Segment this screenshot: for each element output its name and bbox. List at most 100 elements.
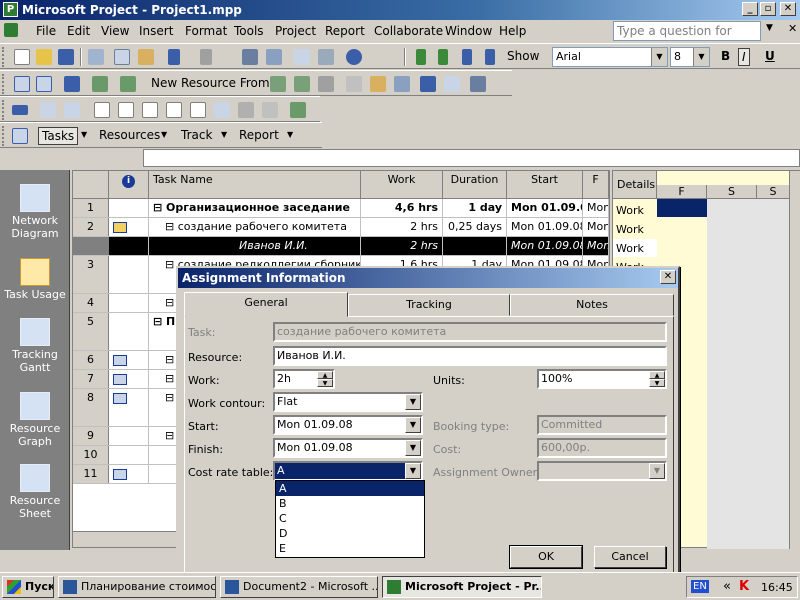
resource-sheet-icon[interactable]: [36, 76, 52, 92]
indicator-cell[interactable]: [109, 446, 149, 464]
view-network-diagram[interactable]: Network Diagram: [0, 184, 70, 240]
font-size-select[interactable]: 8 ▼: [670, 47, 710, 67]
task-information-icon[interactable]: [294, 49, 310, 65]
details-header[interactable]: Details: [613, 171, 657, 199]
italic-button[interactable]: I: [738, 48, 750, 66]
row-number[interactable]: 8: [73, 389, 109, 426]
assign-resources-icon[interactable]: [318, 49, 334, 65]
details-icon[interactable]: [470, 76, 486, 92]
menu-report[interactable]: Report: [325, 24, 365, 38]
view-task-usage[interactable]: Task Usage: [0, 258, 70, 301]
project-app-icon[interactable]: P: [3, 2, 18, 17]
spin-down-icon[interactable]: ▼: [317, 379, 333, 387]
task-name-cell[interactable]: ⊟ Организационное заседание: [149, 199, 361, 217]
save-icon[interactable]: [58, 49, 74, 65]
resource-allocation-icon[interactable]: [92, 76, 108, 92]
menu-view[interactable]: View: [101, 24, 129, 38]
notes-icon[interactable]: [346, 76, 362, 92]
indent-icon[interactable]: [462, 49, 472, 65]
chevron-down-icon[interactable]: ▼: [651, 48, 667, 66]
finish-cell[interactable]: Mon: [583, 199, 609, 217]
finish-cell[interactable]: Mon: [583, 237, 609, 255]
guide-resources-button[interactable]: Resources: [96, 127, 163, 145]
timescale-selected-cell[interactable]: [657, 199, 707, 217]
dialog-close-button[interactable]: ✕: [660, 270, 676, 284]
toolbar-grip[interactable]: [2, 126, 6, 146]
taskbar-item-document2[interactable]: Document2 - Microsoft ...: [220, 576, 378, 598]
bold-button[interactable]: B: [718, 48, 733, 66]
document-icon[interactable]: [4, 23, 18, 37]
cost-rate-option[interactable]: E: [276, 541, 424, 556]
filter-icon[interactable]: [420, 76, 436, 92]
menu-project[interactable]: Project: [275, 24, 316, 38]
assign-icon[interactable]: [270, 76, 286, 92]
copy-icon[interactable]: [114, 49, 130, 65]
outdent-icon[interactable]: [485, 49, 495, 65]
start-cell[interactable]: Mon 01.09.08: [507, 199, 583, 217]
start-date-select[interactable]: Mon 01.09.08 ▼: [273, 415, 423, 435]
start-cell[interactable]: Mon 01.09.08: [507, 218, 583, 236]
duration-cell[interactable]: 1 day: [443, 199, 507, 217]
cost-rate-table-select[interactable]: A ▼: [273, 461, 423, 481]
redo-icon[interactable]: [200, 49, 212, 65]
help-search-input[interactable]: Type a question for help: [613, 21, 761, 56]
spin-down-icon[interactable]: ▼: [649, 379, 665, 387]
chevron-down-icon[interactable]: ▼: [78, 127, 90, 145]
row-number[interactable]: 9: [73, 427, 109, 445]
cost-rate-option[interactable]: A: [276, 481, 424, 496]
guide-track-button[interactable]: Track: [178, 127, 215, 145]
undo-icon[interactable]: [168, 49, 180, 65]
unlink-tasks-icon[interactable]: [266, 49, 282, 65]
table-row[interactable]: Иванов И.И. 2 hrs Mon 01.09.08 Mon: [73, 237, 609, 256]
guide-report-button[interactable]: Report: [236, 127, 282, 145]
calendar-icon[interactable]: [113, 469, 127, 480]
percent-75-icon[interactable]: [166, 102, 182, 118]
workgroup-icon[interactable]: [290, 102, 306, 118]
note-icon[interactable]: [113, 222, 127, 233]
taskbar-item-planning[interactable]: Планирование стоимос...: [58, 576, 216, 598]
cost-rate-option[interactable]: D: [276, 526, 424, 541]
menu-window[interactable]: Window: [445, 24, 492, 38]
dialog-title-bar[interactable]: Assignment Information: [178, 268, 678, 288]
toolbar-grip[interactable]: [2, 100, 6, 120]
indicator-cell[interactable]: [109, 389, 149, 426]
view-resource-graph[interactable]: Resource Graph: [0, 392, 70, 448]
reschedule-work-icon[interactable]: [64, 102, 80, 118]
indicator-cell[interactable]: [109, 370, 149, 388]
taskbar-item-project[interactable]: Microsoft Project - Pr...: [382, 576, 542, 598]
indicator-cell[interactable]: [109, 237, 149, 255]
start-cell[interactable]: Mon 01.09.08: [507, 237, 583, 255]
new-icon[interactable]: [14, 49, 30, 65]
spin-up-icon[interactable]: ▲: [649, 371, 665, 379]
calendar-icon[interactable]: [113, 374, 127, 385]
help-dropdown-icon[interactable]: ▼: [766, 23, 773, 33]
menu-help[interactable]: Help: [499, 24, 526, 38]
chevron-down-icon[interactable]: ▼: [284, 127, 296, 145]
toolbar-grip[interactable]: [2, 74, 6, 94]
resource-pool-icon[interactable]: [120, 76, 136, 92]
minimize-button[interactable]: _: [742, 2, 758, 16]
work-cell[interactable]: 4,6 hrs: [361, 199, 443, 217]
indicator-cell[interactable]: [109, 427, 149, 445]
chevron-down-icon[interactable]: ▼: [405, 463, 421, 479]
column-header-start[interactable]: Start: [507, 171, 583, 199]
new-resource-from-dropdown[interactable]: New Resource From: [148, 75, 273, 93]
indicator-cell[interactable]: [109, 313, 149, 350]
tab-notes[interactable]: Notes: [510, 294, 674, 316]
work-cell[interactable]: 2 hrs: [361, 237, 443, 255]
update-tasks-icon[interactable]: [214, 102, 230, 118]
percent-25-icon[interactable]: [118, 102, 134, 118]
chevron-down-icon[interactable]: ▼: [158, 127, 170, 145]
menu-collaborate[interactable]: Collaborate: [374, 24, 443, 38]
duration-cell[interactable]: [443, 237, 507, 255]
row-number[interactable]: 7: [73, 370, 109, 388]
view-tracking-gantt[interactable]: Tracking Gantt: [0, 318, 70, 374]
chevron-down-icon[interactable]: ▼: [405, 394, 421, 410]
collaborate-icon[interactable]: [238, 102, 254, 118]
row-number[interactable]: [73, 237, 109, 255]
work-cell[interactable]: 2 hrs: [361, 218, 443, 236]
resource-graph-icon[interactable]: [64, 76, 80, 92]
tab-tracking[interactable]: Tracking: [348, 294, 510, 316]
show-dropdown[interactable]: Show: [504, 48, 542, 66]
project-guide-icon[interactable]: [12, 128, 28, 144]
